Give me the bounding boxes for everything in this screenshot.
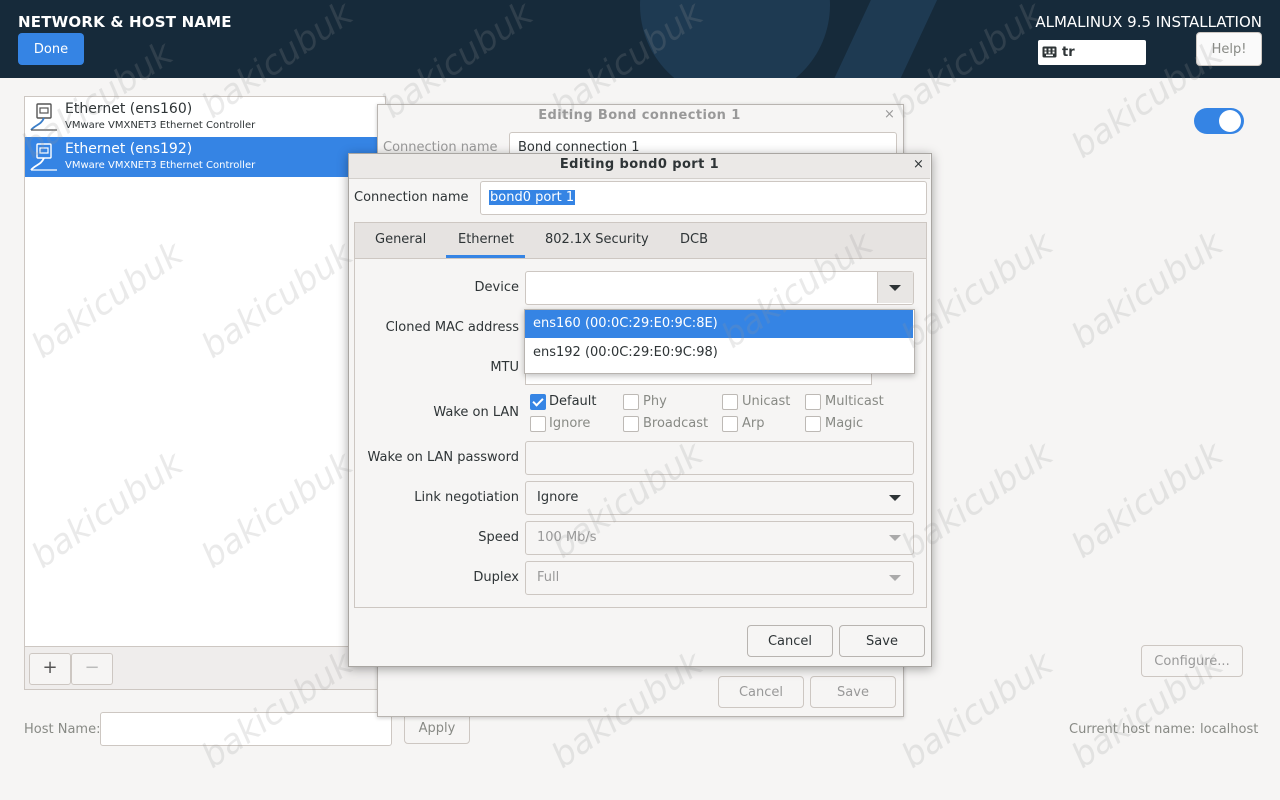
keyboard-icon: [1042, 46, 1057, 58]
wol-unicast-label: Unicast: [742, 394, 791, 409]
tab-dcb[interactable]: DCB: [680, 232, 708, 247]
device-label: Device: [474, 280, 519, 295]
header-logo-decoration: [640, 0, 830, 78]
current-host-name-value: localhost: [1200, 722, 1259, 737]
device-row-ens160[interactable]: Ethernet (ens160) VMware VMXNET3 Etherne…: [25, 97, 385, 137]
link-negotiation-value: Ignore: [537, 490, 579, 505]
configure-button[interactable]: Configure...: [1141, 645, 1243, 677]
device-name: Ethernet (ens192): [65, 141, 193, 157]
cloned-mac-label: Cloned MAC address: [385, 320, 519, 335]
bond-dialog-close-icon[interactable]: ×: [884, 107, 895, 122]
link-negotiation-label: Link negotiation: [414, 490, 519, 505]
page-title: NETWORK & HOST NAME: [18, 13, 232, 31]
wol-magic-checkbox[interactable]: [805, 416, 821, 432]
chevron-down-icon: [889, 285, 901, 291]
network-wired-icon: [30, 103, 57, 131]
wol-arp-checkbox[interactable]: [722, 416, 738, 432]
port-save-button[interactable]: Save: [839, 625, 925, 657]
device-row-ens192[interactable]: Ethernet (ens192) VMware VMXNET3 Etherne…: [25, 137, 385, 177]
link-negotiation-select[interactable]: [525, 481, 914, 515]
wol-broadcast-label: Broadcast: [643, 416, 709, 431]
remove-device-button[interactable]: −: [71, 653, 113, 685]
installer-title: ALMALINUX 9.5 INSTALLATION: [1035, 13, 1262, 31]
network-device-list: Ethernet (ens160) VMware VMXNET3 Etherne…: [24, 96, 386, 690]
wol-password-label: Wake on LAN password: [367, 450, 519, 465]
speed-label: Speed: [478, 530, 519, 545]
toggle-knob: [1219, 110, 1241, 132]
device-description: VMware VMXNET3 Ethernet Controller: [65, 120, 256, 131]
device-description: VMware VMXNET3 Ethernet Controller: [65, 160, 256, 171]
duplex-select[interactable]: [525, 561, 914, 595]
device-name: Ethernet (ens160): [65, 101, 193, 117]
wol-default-label: Default: [549, 394, 597, 409]
port-dialog-close-icon[interactable]: ×: [913, 157, 924, 172]
duplex-label: Duplex: [473, 570, 519, 585]
wake-on-lan-label: Wake on LAN: [433, 405, 519, 420]
bond-cancel-button[interactable]: Cancel: [718, 676, 804, 708]
wol-phy-label: Phy: [643, 394, 667, 409]
chevron-down-icon: [889, 495, 901, 501]
port-cancel-button[interactable]: Cancel: [747, 625, 833, 657]
connection-name-label: Connection name: [354, 190, 469, 205]
port-dialog-title: Editing bond0 port 1: [559, 157, 720, 172]
watermark: bakicubuk: [1064, 433, 1231, 567]
wol-password-input[interactable]: [525, 441, 914, 475]
chevron-down-icon: [889, 535, 901, 541]
device-option-label: ens160 (00:0C:29:E0:9C:8E): [533, 316, 718, 331]
connection-name-selected-text: bond0 port 1: [489, 190, 576, 205]
wol-broadcast-checkbox[interactable]: [623, 416, 639, 432]
tab-general[interactable]: General: [375, 232, 426, 247]
wol-ignore-label: Ignore: [549, 416, 591, 431]
wol-phy-checkbox[interactable]: [623, 394, 639, 410]
device-list-toolbar: + −: [24, 646, 386, 690]
help-button[interactable]: Help!: [1196, 32, 1262, 66]
header-logo-decoration-stroke: [833, 0, 947, 78]
mtu-label: MTU: [490, 360, 519, 375]
chevron-down-icon: [889, 575, 901, 581]
wol-arp-label: Arp: [742, 416, 765, 431]
keyboard-layout-label: tr: [1062, 45, 1075, 60]
wol-unicast-checkbox[interactable]: [722, 394, 738, 410]
watermark: bakicubuk: [1064, 223, 1231, 357]
speed-value: 100 Mb/s: [537, 530, 597, 545]
duplex-value: Full: [537, 570, 560, 585]
done-button[interactable]: Done: [18, 33, 84, 65]
wol-default-checkbox[interactable]: [530, 394, 546, 410]
device-combo-input[interactable]: [525, 271, 914, 305]
bond-save-button[interactable]: Save: [810, 676, 896, 708]
wol-magic-label: Magic: [825, 416, 864, 431]
current-host-name-label: Current host name:: [1069, 722, 1196, 737]
tab-ethernet[interactable]: Ethernet: [458, 232, 514, 247]
host-name-label: Host Name:: [24, 722, 101, 737]
top-header-bar: [0, 0, 1280, 78]
add-device-button[interactable]: +: [29, 653, 71, 685]
bond-dialog-title: Editing Bond connection 1: [538, 108, 741, 123]
wol-multicast-label: Multicast: [825, 394, 884, 409]
network-wired-icon: [30, 143, 57, 171]
wol-multicast-checkbox[interactable]: [805, 394, 821, 410]
host-name-input[interactable]: [100, 712, 392, 746]
tab-802-1x-security[interactable]: 802.1X Security: [545, 232, 649, 247]
wol-ignore-checkbox[interactable]: [530, 416, 546, 432]
device-option-ens192[interactable]: ens192 (00:0C:29:E0:9C:98): [533, 345, 718, 360]
